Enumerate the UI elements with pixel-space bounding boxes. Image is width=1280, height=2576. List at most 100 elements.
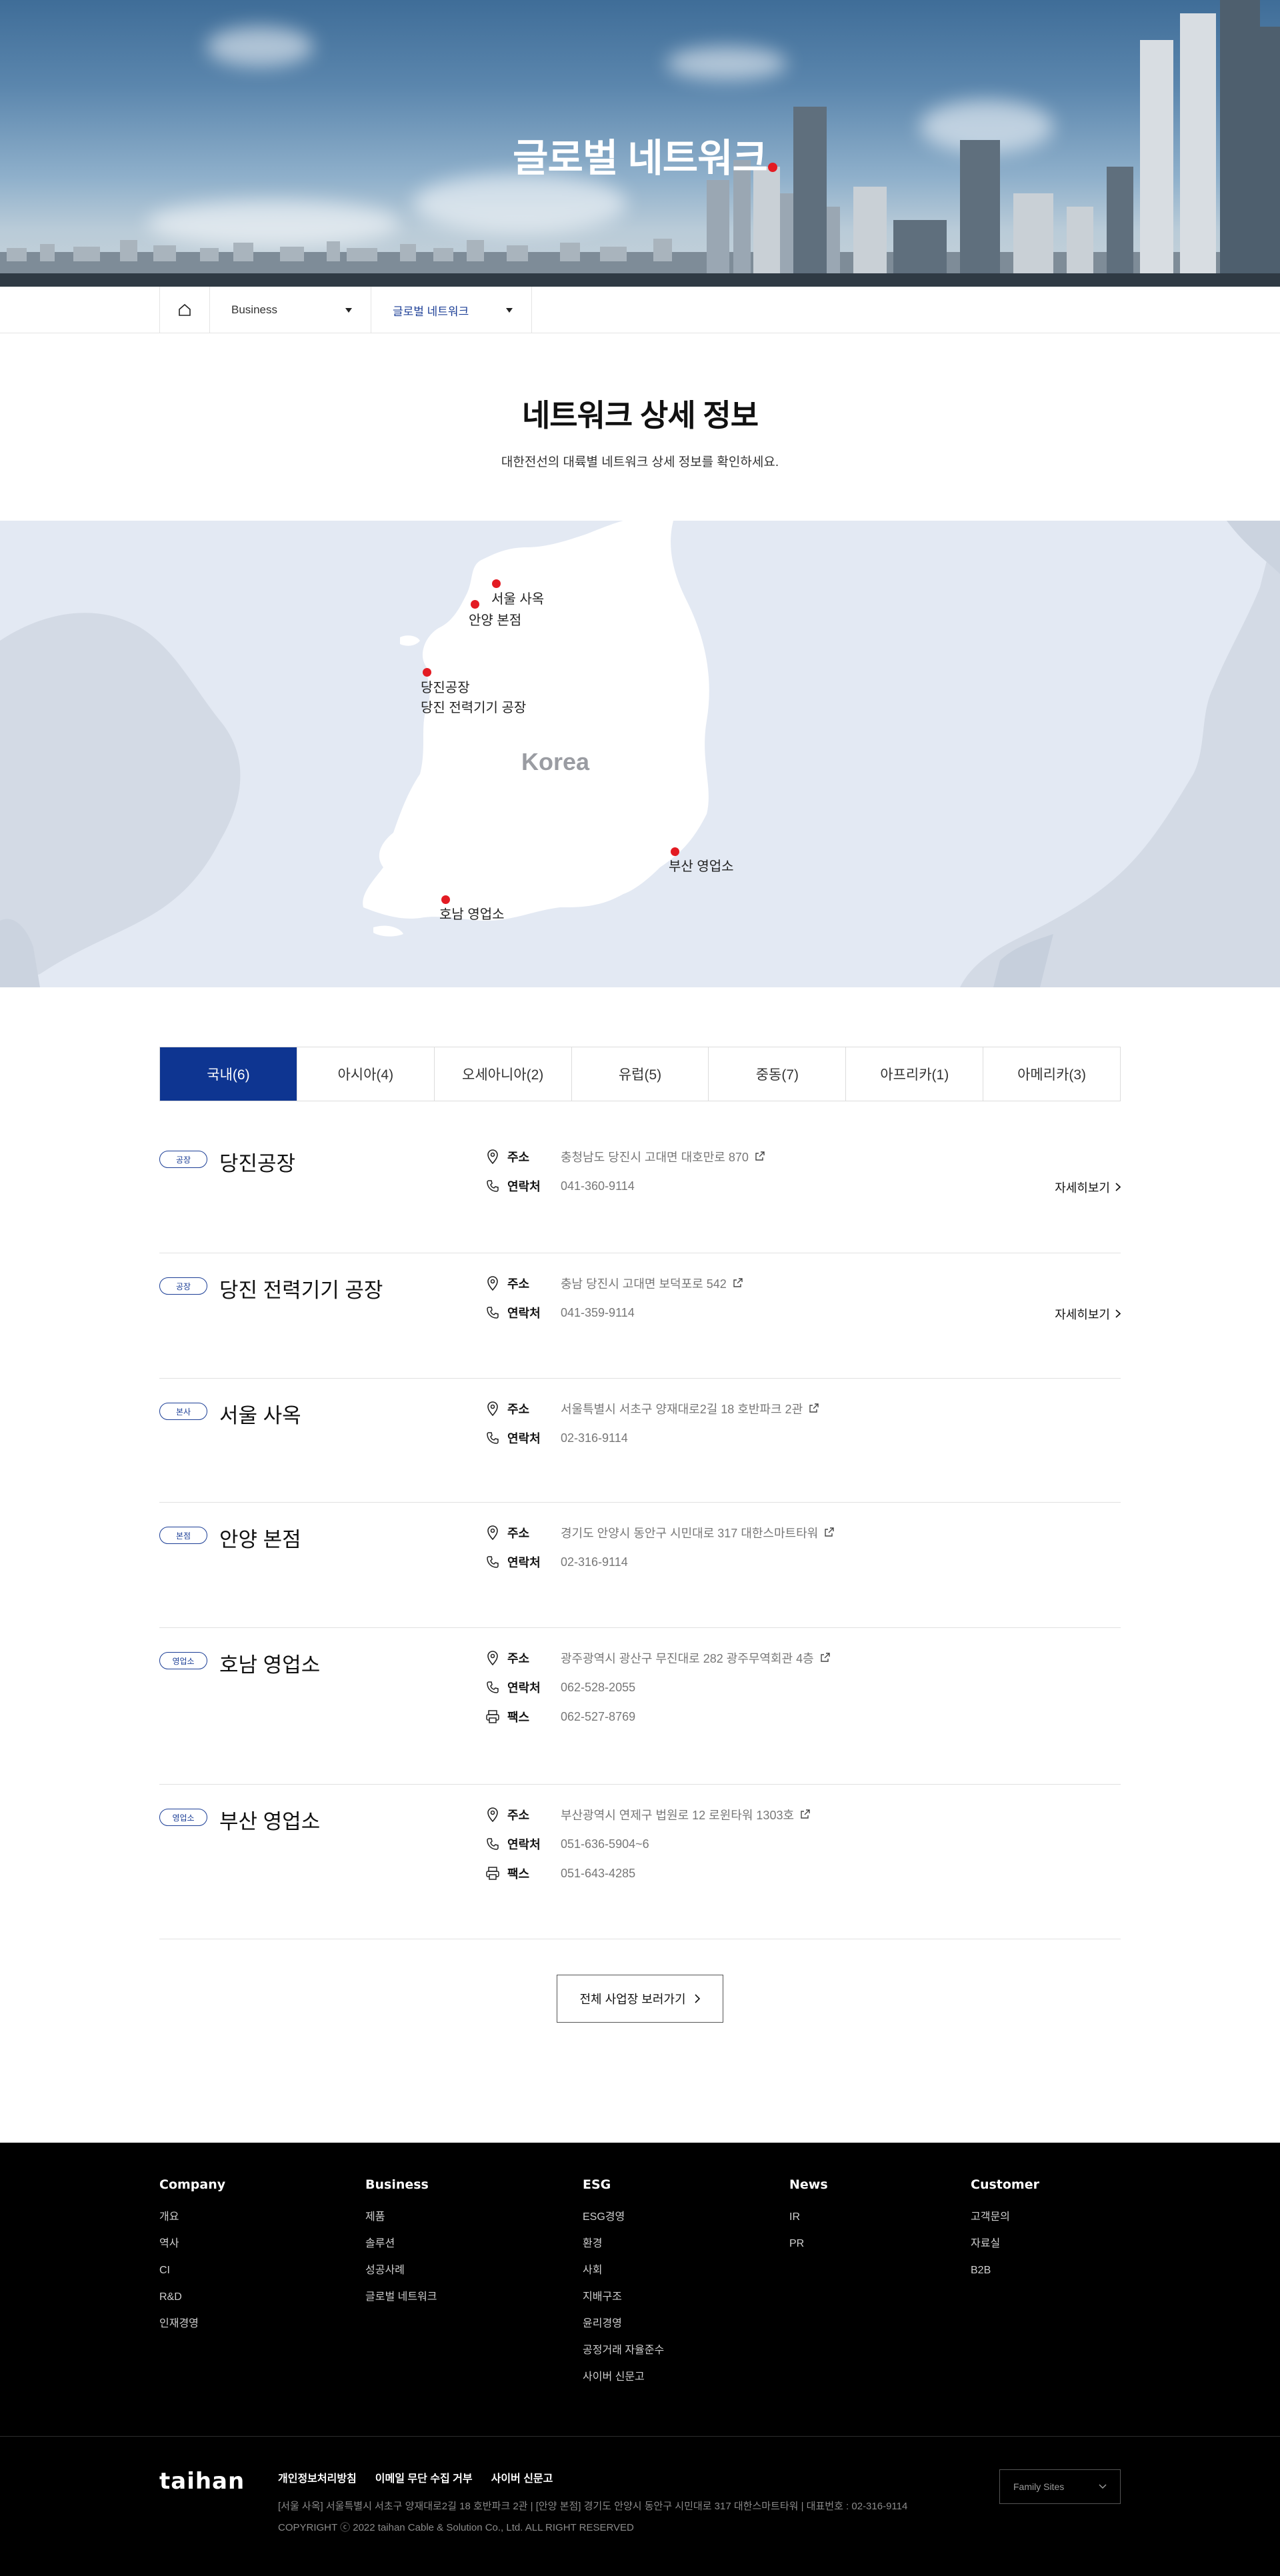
footer-column-title: Customer bbox=[971, 2177, 1039, 2192]
footer-link[interactable]: 환경 bbox=[583, 2237, 664, 2251]
map-pin-seoul[interactable] bbox=[492, 579, 501, 588]
location-pin-icon bbox=[485, 1807, 501, 1823]
privacy-policy-link[interactable]: 개인정보처리방침 bbox=[278, 2469, 357, 2485]
footer-link[interactable]: 윤리경영 bbox=[583, 2317, 664, 2331]
location-item: 본사 서울 사옥 주소 서울특별시 서초구 양재대로2길 18 호반파크 2관 연락처 0… bbox=[159, 1379, 1121, 1503]
address-value: 서울특별시 서초구 양재대로2길 18 호반파크 2관 bbox=[561, 1403, 803, 1416]
address-row: 주소 충남 당진시 고대면 보덕포로 542 bbox=[485, 1273, 743, 1293]
fax-icon bbox=[485, 1709, 501, 1725]
external-link-icon[interactable] bbox=[801, 1808, 810, 1822]
external-link-icon[interactable] bbox=[733, 1277, 743, 1291]
map-pin-anyang[interactable] bbox=[471, 600, 479, 609]
network-map: Korea bbox=[0, 521, 1280, 987]
phone-icon bbox=[485, 1554, 501, 1570]
fax-row: 팩스 051-643-4285 bbox=[485, 1863, 635, 1883]
location-type-badge: 공장 bbox=[159, 1277, 207, 1295]
footer-link[interactable]: 지배구조 bbox=[583, 2291, 664, 2304]
map-label-seoul: 서울 사옥 bbox=[491, 592, 545, 607]
location-name: 부산 영업소 bbox=[219, 1810, 321, 1833]
external-link-icon[interactable] bbox=[755, 1150, 765, 1164]
tab-africa[interactable]: 아프리카(1) bbox=[846, 1047, 984, 1101]
address-label: 주소 bbox=[507, 1652, 530, 1665]
footer-link[interactable]: 성공사례 bbox=[365, 2264, 437, 2277]
location-type-badge: 본사 bbox=[159, 1403, 207, 1420]
map-label-dangjin-power: 당진 전력기기 공장 bbox=[421, 701, 527, 715]
contact-label: 연락처 bbox=[507, 1180, 541, 1193]
footer-link[interactable]: IR bbox=[789, 2211, 828, 2224]
footer-column: Business 제품 솔루션 성공사례 글로벌 네트워크 bbox=[365, 2177, 437, 2317]
fax-label: 팩스 bbox=[507, 1711, 530, 1724]
footer-link[interactable]: 자료실 bbox=[971, 2237, 1039, 2251]
footer-link[interactable]: R&D bbox=[159, 2291, 225, 2304]
cyber-report-link[interactable]: 사이버 신문고 bbox=[491, 2469, 553, 2485]
footer-address: [서울 사옥] 서울특별시 서초구 양재대로2길 18 호반파크 2관 | [안… bbox=[278, 2501, 908, 2512]
breadcrumb-select-label: 글로벌 네트워크 bbox=[393, 305, 469, 318]
family-sites-select[interactable]: Family Sites bbox=[999, 2469, 1121, 2504]
footer: Company 개요 역사 CI R&D 인재경영 Business 제품 솔루션 성공사례 글로벌… bbox=[0, 2143, 1280, 2576]
contact-row: 연락처 02-316-9114 bbox=[485, 1552, 628, 1572]
footer-link[interactable]: 고객문의 bbox=[971, 2211, 1039, 2224]
view-all-sites-label: 전체 사업장 보러가기 bbox=[579, 1993, 686, 2006]
map-pin-dangjin[interactable] bbox=[423, 668, 431, 677]
footer-link[interactable]: 개요 bbox=[159, 2211, 225, 2224]
footer-logo[interactable]: taihan bbox=[159, 2468, 245, 2495]
map-pin-honam[interactable] bbox=[441, 895, 450, 904]
address-label: 주소 bbox=[507, 1527, 530, 1540]
map-pin-busan[interactable] bbox=[671, 847, 679, 856]
location-item: 공장 당진공장 주소 충청남도 당진시 고대면 대호만로 870 연락처 041-360-… bbox=[159, 1127, 1121, 1253]
footer-link[interactable]: 사회 bbox=[583, 2264, 664, 2277]
footer-column-title: Company bbox=[159, 2177, 226, 2192]
tab-europe[interactable]: 유럽(5) bbox=[571, 1047, 709, 1101]
location-type-badge: 공장 bbox=[159, 1151, 207, 1168]
footer-link[interactable]: ESG경영 bbox=[583, 2211, 664, 2224]
view-details-link[interactable]: 자세히보기 bbox=[1055, 1305, 1121, 1323]
contact-label: 연락처 bbox=[507, 1681, 541, 1695]
email-refusal-link[interactable]: 이메일 무단 수집 거부 bbox=[375, 2469, 473, 2485]
location-type-badge: 영업소 bbox=[159, 1809, 207, 1826]
contact-value: 051-636-5904~6 bbox=[561, 1837, 649, 1851]
address-label: 주소 bbox=[507, 1403, 530, 1416]
breadcrumb-select-global-network[interactable]: 글로벌 네트워크 bbox=[371, 287, 532, 333]
contact-row: 연락처 041-360-9114 bbox=[485, 1176, 635, 1196]
external-link-icon[interactable] bbox=[809, 1402, 819, 1416]
tab-domestic[interactable]: 국내(6) bbox=[160, 1047, 297, 1101]
footer-link[interactable]: 역사 bbox=[159, 2237, 225, 2251]
footer-link[interactable]: 인재경영 bbox=[159, 2317, 225, 2331]
footer-link[interactable]: CI bbox=[159, 2264, 225, 2277]
phone-icon bbox=[485, 1178, 501, 1194]
footer-link[interactable]: 솔루션 bbox=[365, 2237, 437, 2251]
tab-oceania[interactable]: 오세아니아(2) bbox=[434, 1047, 572, 1101]
tab-asia[interactable]: 아시아(4) bbox=[297, 1047, 435, 1101]
footer-link[interactable]: PR bbox=[789, 2237, 828, 2251]
location-name: 당진 전력기기 공장 bbox=[219, 1279, 383, 1302]
external-link-icon[interactable] bbox=[825, 1526, 834, 1540]
footer-link[interactable]: 글로벌 네트워크 bbox=[365, 2291, 437, 2304]
view-all-sites-button[interactable]: 전체 사업장 보러가기 bbox=[557, 1975, 723, 2023]
location-pin-icon bbox=[485, 1275, 501, 1291]
footer-link[interactable]: 공정거래 자율준수 bbox=[583, 2344, 664, 2357]
map-label-busan: 부산 영업소 bbox=[669, 859, 734, 874]
caret-down-icon bbox=[506, 307, 513, 313]
tab-america[interactable]: 아메리카(3) bbox=[983, 1047, 1121, 1101]
address-row: 주소 광주광역시 광산구 무진대로 282 광주무역회관 4층 bbox=[485, 1648, 830, 1668]
contact-value: 02-316-9114 bbox=[561, 1555, 628, 1569]
tab-middle-east[interactable]: 중동(7) bbox=[709, 1047, 847, 1101]
phone-icon bbox=[485, 1836, 501, 1852]
home-button[interactable] bbox=[159, 287, 210, 333]
map-label-honam: 호남 영업소 bbox=[439, 907, 505, 922]
footer-column: News IR PR bbox=[789, 2177, 828, 2264]
footer-column: ESG ESG경영 환경 사회 지배구조 윤리경영 공정거래 자율준수 사이버 신문고 bbox=[583, 2177, 664, 2397]
view-details-label: 자세히보기 bbox=[1055, 1181, 1110, 1195]
footer-link[interactable]: B2B bbox=[971, 2264, 1039, 2277]
address-value: 경기도 안양시 동안구 시민대로 317 대한스마트타워 bbox=[561, 1527, 819, 1540]
contact-value: 041-360-9114 bbox=[561, 1179, 635, 1193]
view-details-link[interactable]: 자세히보기 bbox=[1055, 1179, 1121, 1196]
breadcrumb: Business 글로벌 네트워크 bbox=[0, 287, 1280, 333]
phone-icon bbox=[485, 1305, 501, 1321]
address-row: 주소 충청남도 당진시 고대면 대호만로 870 bbox=[485, 1147, 765, 1167]
external-link-icon[interactable] bbox=[820, 1651, 830, 1665]
breadcrumb-select-business[interactable]: Business bbox=[210, 287, 371, 333]
footer-link[interactable]: 제품 bbox=[365, 2211, 437, 2224]
footer-link[interactable]: 사이버 신문고 bbox=[583, 2371, 664, 2384]
address-label: 주소 bbox=[507, 1151, 530, 1164]
